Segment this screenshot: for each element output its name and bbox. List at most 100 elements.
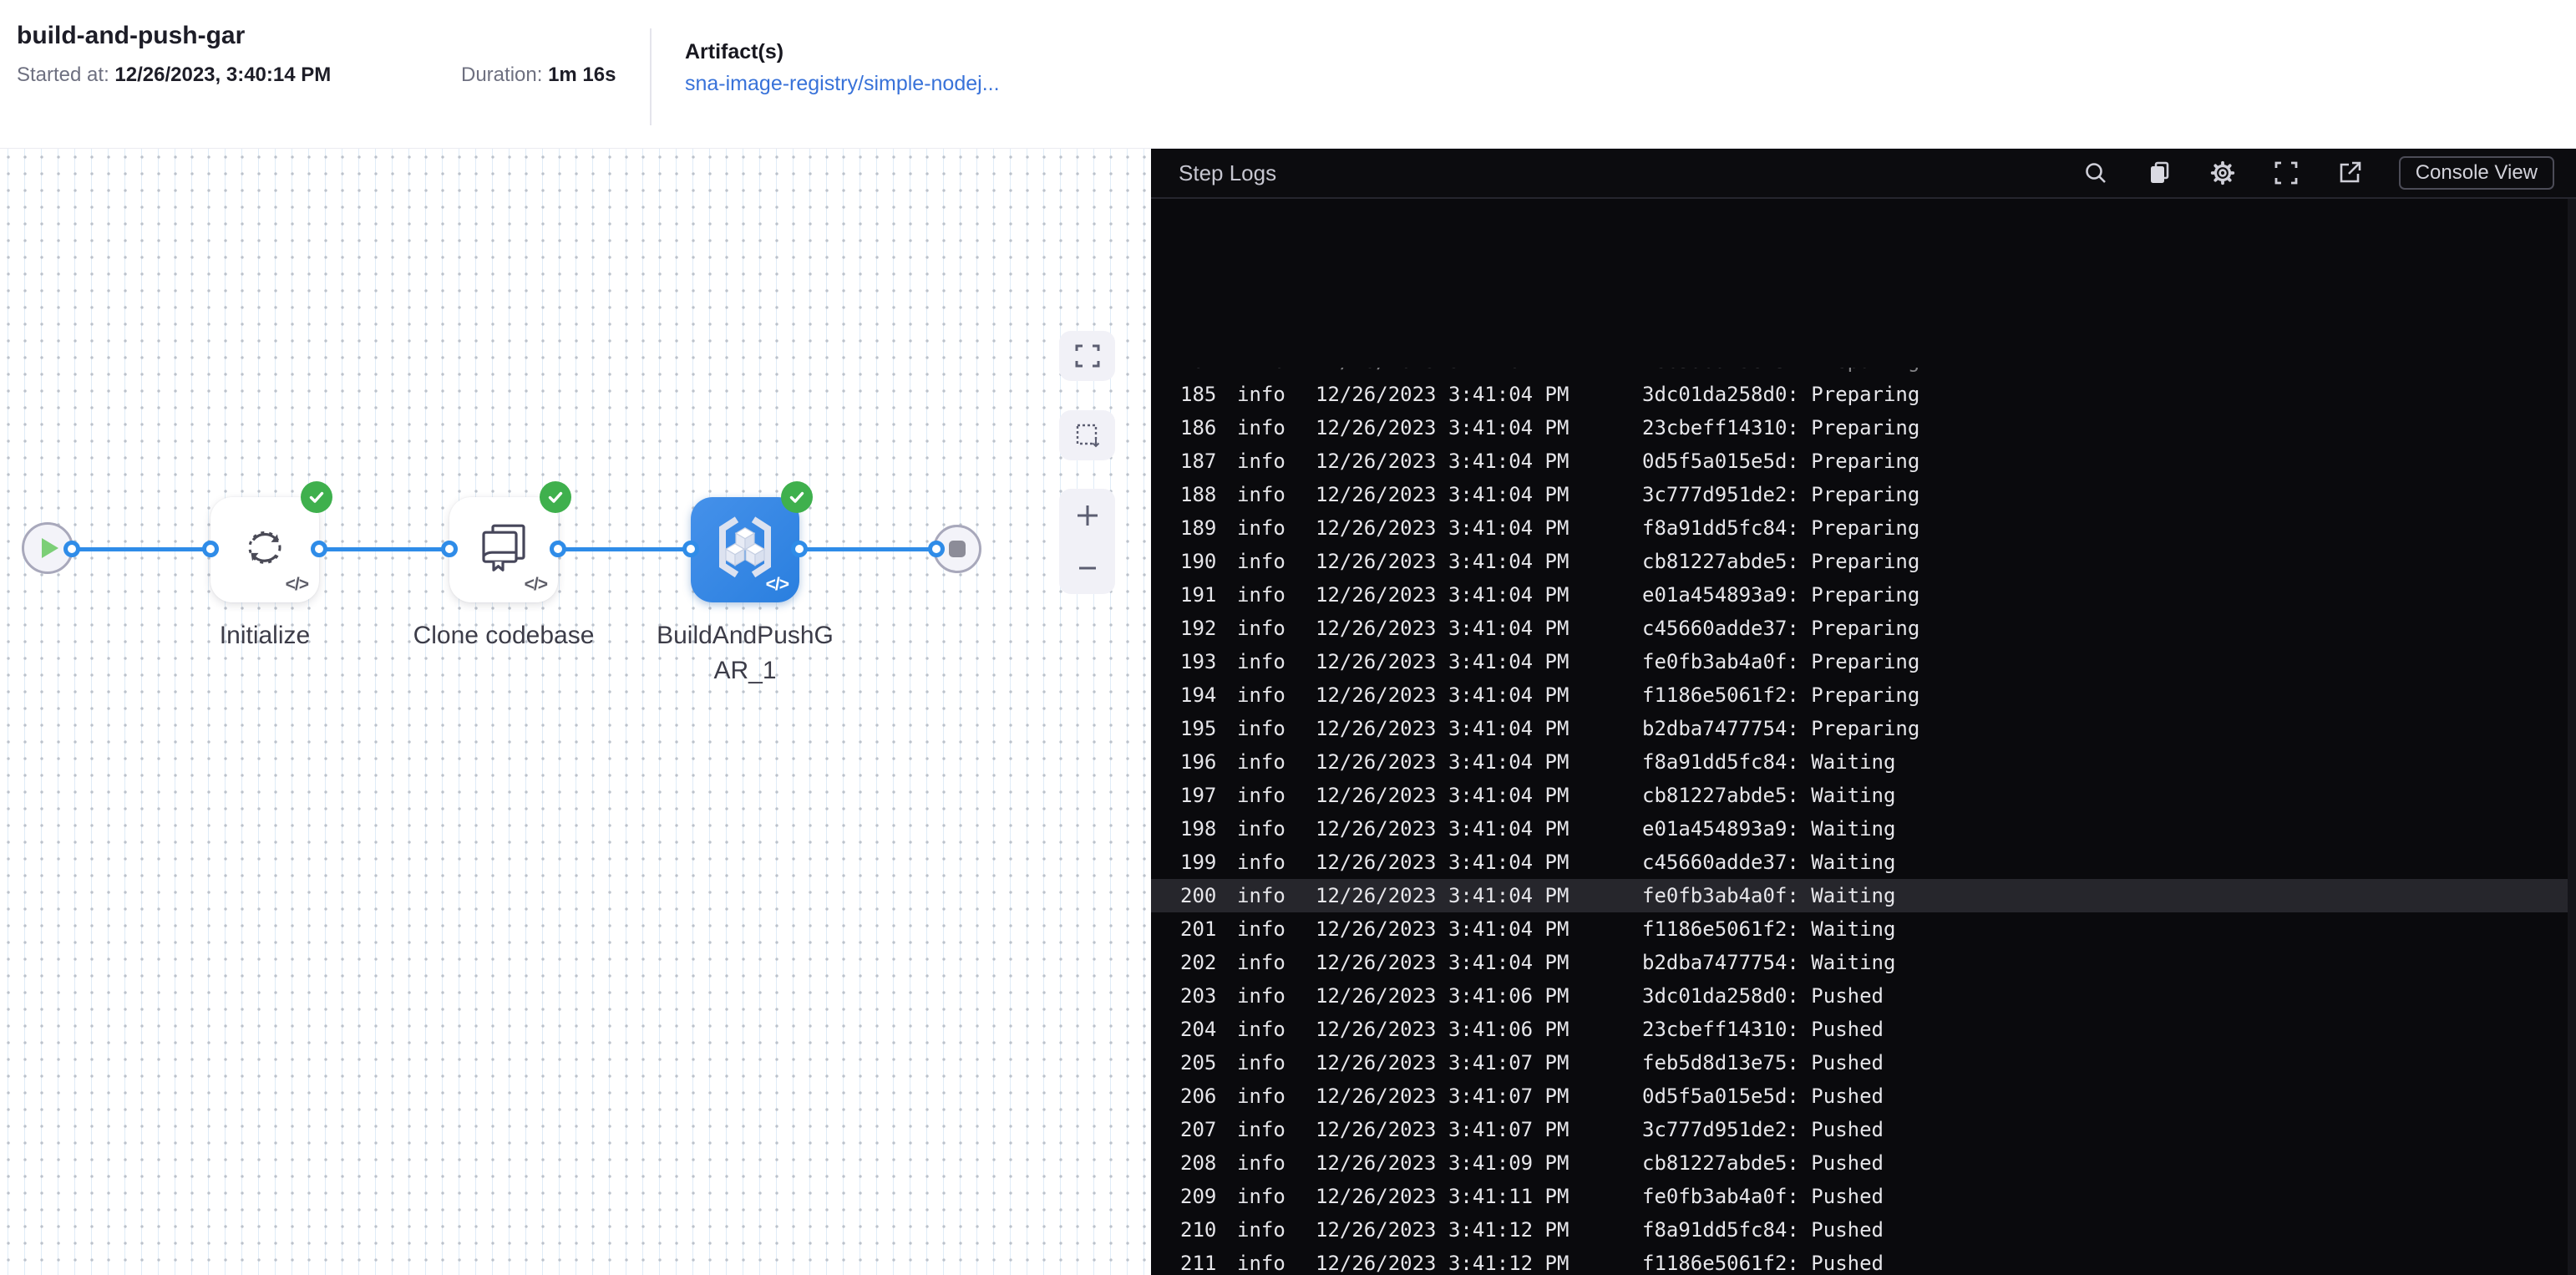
log-ts: 12/26/2023 3:41:04 PM (1316, 368, 1570, 378)
node-label-clone-codebase: Clone codebase (413, 622, 595, 649)
settings-icon[interactable] (2208, 159, 2237, 187)
log-num: 205 (1180, 1051, 1217, 1074)
step-node-initialize[interactable]: </> (210, 481, 332, 602)
log-msg: feb5d8d13e75: Pushed (1642, 1051, 1884, 1074)
zoom-out-button[interactable] (1059, 541, 1115, 594)
code-glyph-icon: </> (524, 575, 548, 594)
log-ts: 12/26/2023 3:41:04 PM (1316, 516, 1569, 540)
log-msg: 23cbeff14310: Preparing (1642, 416, 1920, 439)
log-ts: 12/26/2023 3:41:04 PM (1316, 650, 1569, 673)
log-level: info (1237, 851, 1285, 874)
log-row: 211 info 12/26/2023 3:41:12 PM f1186e5061f2… (1151, 1247, 2568, 1275)
log-msg: f8a91dd5fc84: Preparing (1642, 516, 1920, 540)
log-num: 202 (1180, 951, 1217, 974)
step-node-build-and-push-gar[interactable]: </> (691, 481, 813, 602)
log-row: 207 info 12/26/2023 3:41:07 PM 3c777d951de2… (1151, 1113, 2568, 1146)
log-msg: e01a454893a9: Waiting (1642, 817, 1896, 841)
log-ts: 12/26/2023 3:41:07 PM (1316, 1051, 1569, 1074)
log-num: 207 (1180, 1118, 1217, 1141)
log-ts: 12/26/2023 3:41:04 PM (1316, 851, 1569, 874)
log-msg: f1186e5061f2: Preparing (1642, 683, 1920, 707)
log-body: 184 info 12/26/2023 3:41:04 PM feb5d8d13e75… (1151, 368, 2568, 1275)
copy-icon[interactable] (2145, 159, 2173, 187)
log-msg: fe0fb3ab4a0f: Preparing (1642, 650, 1920, 673)
log-level: info (1237, 750, 1285, 774)
log-num: 188 (1180, 483, 1217, 506)
artifact-link[interactable]: sna-image-registry/simple-nodej... (685, 72, 1000, 96)
log-level: info (1237, 383, 1285, 406)
log-msg: f8a91dd5fc84: Pushed (1642, 1218, 1884, 1242)
log-list: 184 info 12/26/2023 3:41:04 PM feb5d8d13e75… (1151, 368, 2568, 1275)
log-ts: 12/26/2023 3:41:09 PM (1316, 1151, 1569, 1175)
log-msg: fe0fb3ab4a0f: Waiting (1642, 884, 1896, 907)
log-ts: 12/26/2023 3:41:04 PM (1316, 784, 1569, 807)
fullscreen-icon[interactable] (2272, 159, 2300, 187)
log-level: info (1237, 368, 1285, 378)
port-end-in (928, 541, 945, 557)
step-node-clone-codebase[interactable]: </> (449, 481, 571, 602)
log-level: info (1237, 416, 1285, 439)
pipeline-execution-screen: build-and-push-gar Started at: 12/26/202… (0, 0, 2576, 1275)
fit-view-button[interactable] (1059, 331, 1115, 381)
log-level: info (1237, 550, 1285, 573)
edge-clone-build (558, 547, 691, 551)
log-ts: 12/26/2023 3:41:04 PM (1316, 683, 1569, 707)
log-level: info (1237, 1252, 1285, 1275)
log-level: info (1237, 884, 1285, 907)
log-num: 200 (1180, 884, 1217, 907)
step-logs-panel: Step Logs Console View 185 info 12/26/20… (1151, 149, 2576, 1275)
log-msg: f1186e5061f2: Pushed (1642, 1252, 1884, 1275)
log-row: 202 info 12/26/2023 3:41:04 PM b2dba7477754… (1151, 946, 2568, 979)
duration-value: 1m 16s (548, 63, 616, 86)
log-ts: 12/26/2023 3:41:06 PM (1316, 1018, 1569, 1041)
log-num: 187 (1180, 450, 1217, 473)
log-scrollbar[interactable] (2568, 199, 2576, 1275)
fit-view-icon (1075, 344, 1099, 368)
log-num: 206 (1180, 1085, 1217, 1108)
log-num: 201 (1180, 917, 1217, 941)
log-msg: c45660adde37: Preparing (1642, 617, 1920, 640)
pipeline-canvas[interactable]: </> </> </> Initialize Clone codebase Bu… (0, 149, 1151, 1275)
log-num: 190 (1180, 550, 1217, 573)
log-ts: 12/26/2023 3:41:11 PM (1316, 1185, 1569, 1208)
log-msg: f8a91dd5fc84: Waiting (1642, 750, 1896, 774)
zoom-in-icon (1077, 505, 1098, 526)
log-level: info (1237, 1018, 1285, 1041)
log-row: 205 info 12/26/2023 3:41:07 PM feb5d8d13e75… (1151, 1046, 2568, 1079)
log-msg: b2dba7477754: Preparing (1642, 717, 1920, 740)
log-row: 193 info 12/26/2023 3:41:04 PM fe0fb3ab4a0f… (1151, 645, 2568, 678)
log-ts: 12/26/2023 3:41:04 PM (1316, 884, 1569, 907)
search-icon[interactable] (2082, 159, 2110, 187)
log-row: 199 info 12/26/2023 3:41:04 PM c45660adde37… (1151, 846, 2568, 879)
console-view-button[interactable]: Console View (2398, 156, 2554, 190)
port-clone-out (550, 541, 566, 557)
log-msg: f1186e5061f2: Waiting (1642, 917, 1896, 941)
external-link-icon[interactable] (2335, 159, 2364, 187)
log-msg: cb81227abde5: Preparing (1642, 550, 1920, 573)
log-num: 184 (1180, 368, 1217, 378)
log-msg: 3dc01da258d0: Preparing (1642, 383, 1920, 406)
log-num: 192 (1180, 617, 1217, 640)
log-row: 195 info 12/26/2023 3:41:04 PM b2dba7477754… (1151, 712, 2568, 745)
code-glyph-icon: </> (765, 575, 789, 594)
log-row: 203 info 12/26/2023 3:41:06 PM 3dc01da258d0… (1151, 979, 2568, 1013)
log-msg: cb81227abde5: Waiting (1642, 784, 1896, 807)
zoom-in-button[interactable] (1059, 489, 1115, 541)
started-at-value: 12/26/2023, 3:40:14 PM (114, 63, 332, 86)
log-msg: cb81227abde5: Pushed (1642, 1151, 1884, 1175)
log-row: 187 info 12/26/2023 3:41:04 PM 0d5f5a015e5d… (1151, 444, 2568, 478)
port-initialize-out (311, 541, 327, 557)
node-label-build-and-push-gar: BuildAndPushG AR_1 (657, 622, 834, 684)
log-row: 192 info 12/26/2023 3:41:04 PM c45660adde37… (1151, 612, 2568, 645)
execution-header: build-and-push-gar Started at: 12/26/202… (0, 0, 2576, 149)
log-level: info (1237, 617, 1285, 640)
port-start-out (63, 541, 80, 557)
log-ts: 12/26/2023 3:41:12 PM (1316, 1218, 1569, 1242)
log-msg: 0d5f5a015e5d: Pushed (1642, 1085, 1884, 1108)
marquee-select-button[interactable] (1059, 410, 1115, 460)
log-row: 201 info 12/26/2023 3:41:04 PM f1186e5061f2… (1151, 912, 2568, 946)
started-at: Started at: 12/26/2023, 3:40:14 PM (17, 63, 331, 87)
duration-label: Duration: (461, 63, 543, 86)
log-row: 188 info 12/26/2023 3:41:04 PM 3c777d951de2… (1151, 478, 2568, 511)
play-icon (42, 538, 58, 558)
